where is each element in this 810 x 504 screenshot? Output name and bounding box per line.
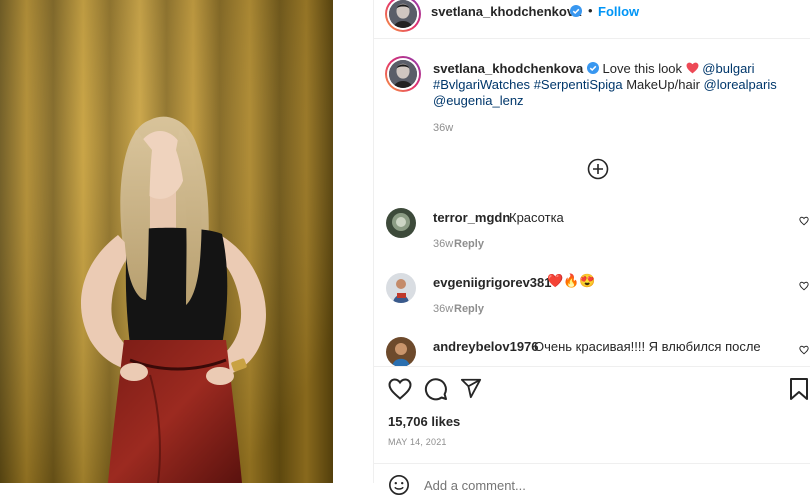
post-photo	[0, 0, 333, 483]
caption-makeup: MakeUp/hair	[626, 77, 700, 92]
comment-time: 36w	[433, 238, 454, 250]
red-heart-emoji-icon	[686, 62, 699, 74]
comment-text: Красотка	[509, 210, 564, 225]
follow-separator: •	[588, 3, 593, 18]
mention-bulgari[interactable]: @bulgari	[702, 61, 754, 76]
post-sidebar: svetlana_khodchenkova • Follow svetlana_…	[373, 0, 810, 496]
load-more-comments-icon[interactable]	[587, 158, 609, 180]
verified-badge-icon	[586, 62, 599, 74]
mention-eugenia-lenz[interactable]: @eugenia_lenz	[433, 93, 524, 108]
comment-time: 36w	[433, 303, 454, 315]
caption-time: 36w	[433, 122, 454, 134]
save-icon[interactable]	[789, 377, 809, 401]
emoji-icon[interactable]	[388, 474, 410, 496]
add-comment-input[interactable]	[422, 474, 766, 496]
verified-badge-icon	[570, 5, 582, 17]
comment-text: ❤️🔥😍	[547, 273, 596, 288]
comment-icon[interactable]	[424, 377, 448, 401]
caption-body: Love this look	[602, 61, 683, 76]
caption-username[interactable]: svetlana_khodchenkova	[433, 61, 583, 76]
share-icon[interactable]	[460, 377, 482, 399]
action-bar	[374, 366, 810, 417]
comment-avatar[interactable]	[386, 337, 416, 366]
comment-text: Очень красивая!!!! Я влюбился после	[534, 339, 761, 354]
comment-item: evgeniigrigorev381 ❤️🔥😍 36w Reply	[374, 270, 810, 320]
post-date[interactable]: MAY 14, 2021	[388, 437, 447, 447]
author-username[interactable]: svetlana_khodchenkova	[431, 4, 581, 19]
like-comment-icon[interactable]	[799, 281, 809, 291]
post-header: svetlana_khodchenkova • Follow	[374, 0, 810, 39]
like-comment-icon[interactable]	[799, 216, 809, 226]
follow-button[interactable]: Follow	[598, 4, 639, 19]
comment-item: andreybelov1976 Очень красивая!!!! Я влю…	[374, 334, 810, 366]
comment-avatar[interactable]	[386, 208, 416, 238]
comment-username[interactable]: evgeniigrigorev381	[433, 275, 552, 290]
post-media[interactable]	[0, 0, 333, 483]
comment-reply-button[interactable]: Reply	[454, 238, 484, 250]
like-icon[interactable]	[388, 378, 412, 400]
hashtag-bvlgariwatches[interactable]: #BvlgariWatches	[433, 77, 530, 92]
caption-avatar[interactable]	[385, 56, 421, 92]
caption-text: svetlana_khodchenkova Love this look @bu…	[433, 61, 793, 109]
comment-item: terror_mgdn Красотка 36w Reply	[374, 205, 810, 255]
comment-avatar[interactable]	[386, 273, 416, 303]
hashtag-serpentispiga[interactable]: #SerpentiSpiga	[534, 77, 623, 92]
mention-lorealparis[interactable]: @lorealparis	[704, 77, 777, 92]
comment-reply-button[interactable]: Reply	[454, 303, 484, 315]
like-comment-icon[interactable]	[799, 345, 809, 355]
comment-username[interactable]: andreybelov1976	[433, 339, 539, 354]
like-count[interactable]: 15,706 likes	[388, 414, 460, 429]
author-avatar[interactable]	[385, 0, 421, 32]
add-comment-bar	[374, 463, 810, 504]
comment-username[interactable]: terror_mgdn	[433, 210, 510, 225]
